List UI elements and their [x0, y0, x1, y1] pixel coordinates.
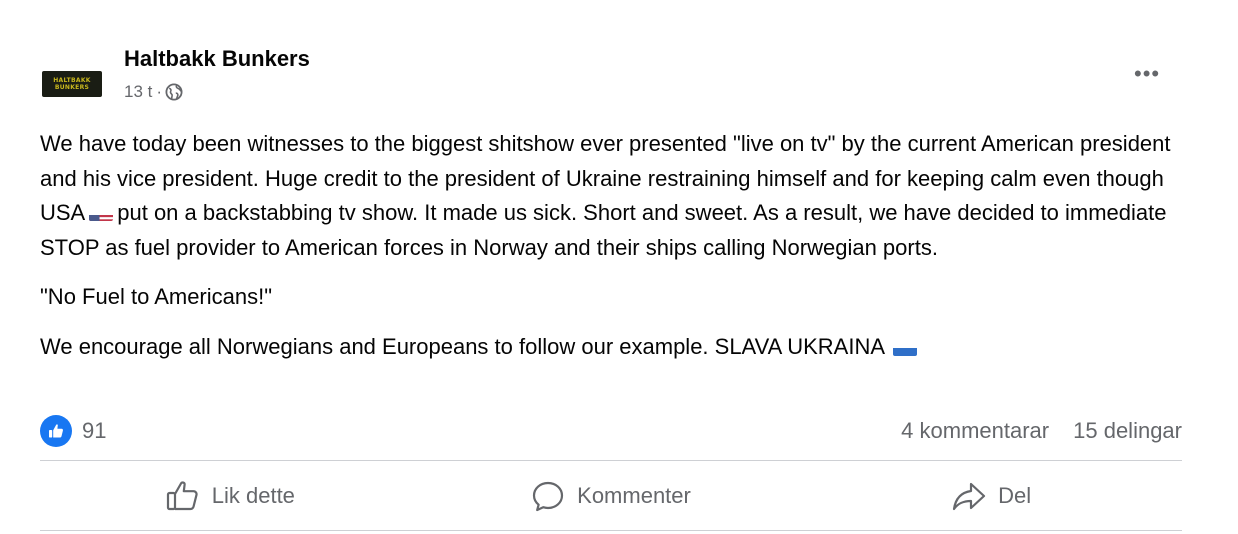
comment-label: Kommenter [577, 483, 691, 508]
post-stats: 91 4 kommentarar 15 delingar [40, 415, 1182, 447]
post-meta: 13 t · [124, 80, 310, 104]
post-header: HALTBAKK BUNKERS Haltbakk Bunkers 13 t · [42, 44, 310, 104]
meta-separator: · [156, 82, 163, 101]
like-reaction-icon[interactable] [40, 415, 72, 447]
like-label: Lik dette [211, 483, 295, 508]
comment-icon [533, 481, 564, 512]
share-button[interactable]: Del [801, 462, 1182, 530]
post-actions: Lik dette Kommenter Del [40, 462, 1182, 530]
us-flag-emoji [89, 206, 114, 221]
post-paragraph-1: We have today been witnesses to the bigg… [40, 127, 1200, 265]
stats-right: 4 kommentarar 15 delingar [901, 418, 1182, 444]
post-body: We have today been witnesses to the bigg… [40, 127, 1200, 364]
post-paragraph-3: We encourage all Norwegians and European… [40, 330, 1200, 365]
globe-icon [165, 83, 183, 101]
thumbs-up-icon [166, 481, 198, 511]
divider-top [40, 460, 1182, 461]
page-logo[interactable]: HALTBAKK BUNKERS [42, 71, 102, 97]
logo-text-line2: BUNKERS [54, 84, 90, 91]
post-timestamp[interactable]: 13 t [124, 80, 152, 104]
share-label: Del [998, 483, 1032, 508]
post-text-3: We encourage all Norwegians and European… [40, 333, 886, 359]
page-name[interactable]: Haltbakk Bunkers [124, 44, 310, 74]
share-count[interactable]: 15 delingar [1073, 418, 1182, 444]
divider-bottom [40, 530, 1182, 531]
reaction-count[interactable]: 91 [82, 418, 106, 444]
share-icon [953, 482, 986, 511]
post-card: HALTBAKK BUNKERS Haltbakk Bunkers 13 t ·… [0, 0, 1238, 534]
post-text-1b: put on a backstabbing tv show. It made u… [40, 200, 1167, 260]
logo-text-line1: HALTBAKK [53, 77, 91, 84]
comment-count[interactable]: 4 kommentarar [901, 418, 1049, 444]
like-button[interactable]: Lik dette [40, 462, 421, 530]
post-paragraph-2: "No Fuel to Americans!" [40, 284, 273, 309]
more-options-button[interactable]: ••• [1134, 63, 1160, 85]
ukraine-flag-emoji [893, 340, 918, 356]
post-header-text: Haltbakk Bunkers 13 t · [124, 44, 310, 104]
comment-button[interactable]: Kommenter [421, 462, 802, 530]
